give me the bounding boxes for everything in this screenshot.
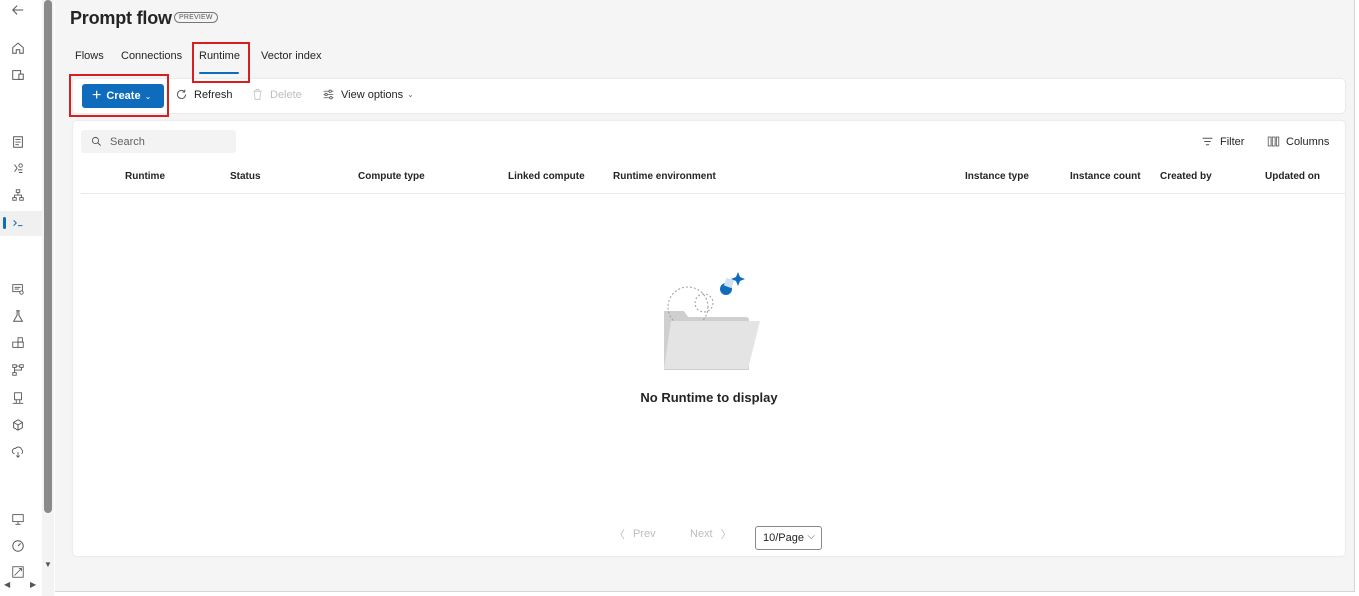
trash-icon [253, 89, 262, 100]
highlight-box-create-button [69, 74, 169, 117]
column-header-updated-on[interactable]: Updated on [1265, 171, 1320, 182]
scrollbar-thumb[interactable] [44, 0, 52, 513]
environments-icon[interactable] [9, 389, 27, 407]
main-content: Prompt flow PREVIEW Flows Connections Ru… [55, 0, 1355, 592]
table-header: Runtime Status Compute type Linked compu… [81, 165, 1345, 194]
home-icon[interactable] [9, 39, 27, 57]
column-header-runtime[interactable]: Runtime [125, 171, 165, 182]
data-labeling-icon[interactable] [9, 563, 27, 581]
left-nav-rail: ◀ ▶ [0, 0, 42, 596]
chevron-down-icon: ⌵ [807, 531, 815, 542]
scroll-right-arrow-icon[interactable]: ▶ [30, 580, 36, 589]
models-icon[interactable] [9, 416, 27, 434]
data-icon[interactable] [9, 280, 27, 298]
tab-flows[interactable]: Flows [75, 50, 104, 62]
automl-icon[interactable] [9, 160, 27, 178]
chevron-left-icon: 〈 [614, 529, 625, 541]
columns-icon [1267, 136, 1280, 147]
filter-icon [1202, 137, 1213, 146]
page-size-dropdown[interactable]: 10/Page ⌵ [755, 526, 822, 550]
column-header-status[interactable]: Status [230, 171, 261, 182]
monitoring-icon[interactable] [9, 537, 27, 555]
search-icon [91, 136, 101, 146]
designer-icon[interactable] [9, 186, 27, 204]
runtime-table-card: Filter Columns Runtime Status Compute ty… [73, 121, 1345, 556]
filter-label: Filter [1220, 135, 1245, 148]
columns-label: Columns [1286, 135, 1330, 148]
column-header-created-by[interactable]: Created by [1160, 171, 1212, 182]
empty-state-message: No Runtime to display [640, 390, 778, 405]
tab-connections[interactable]: Connections [121, 50, 182, 62]
back-arrow-icon[interactable] [9, 1, 27, 19]
view-options-button[interactable]: View options ⌄ [322, 88, 414, 101]
view-options-label: View options [341, 88, 404, 101]
command-bar: + Create ⌄ Refresh Delete View options ⌄ [73, 79, 1345, 113]
refresh-icon [176, 89, 187, 100]
column-header-compute-type[interactable]: Compute type [358, 171, 425, 182]
search-input[interactable] [110, 135, 230, 148]
next-page-button[interactable]: Next 〉 [690, 526, 732, 542]
model-catalog-icon[interactable] [9, 66, 27, 84]
next-label: Next [690, 528, 713, 540]
columns-button[interactable]: Columns [1267, 135, 1329, 148]
delete-label: Delete [270, 88, 302, 101]
preview-badge: PREVIEW [174, 12, 218, 23]
search-box[interactable] [81, 130, 236, 153]
empty-folder-illustration [664, 272, 760, 370]
prompt-flow-icon[interactable] [9, 214, 27, 232]
prev-label: Prev [633, 528, 656, 540]
tab-vector-index[interactable]: Vector index [261, 50, 322, 62]
highlight-box-runtime-tab [192, 42, 250, 83]
pipelines-icon[interactable] [9, 361, 27, 379]
endpoints-icon[interactable] [9, 443, 27, 461]
compute-icon[interactable] [9, 510, 27, 528]
column-header-instance-type[interactable]: Instance type [965, 171, 1029, 182]
page-size-value: 10/Page [763, 532, 804, 544]
components-icon[interactable] [9, 334, 27, 352]
sliders-icon [323, 89, 334, 100]
rail-active-indicator [3, 217, 6, 229]
notebook-icon[interactable] [9, 133, 27, 151]
page-title: Prompt flow [70, 8, 172, 28]
scroll-down-arrow-icon[interactable]: ▼ [43, 560, 53, 570]
filter-button[interactable]: Filter [1201, 135, 1244, 148]
column-header-linked-compute[interactable]: Linked compute [508, 171, 585, 182]
chevron-right-icon: 〉 [720, 529, 732, 541]
scroll-left-arrow-icon[interactable]: ◀ [4, 580, 10, 589]
column-header-instance-count[interactable]: Instance count [1070, 171, 1141, 182]
prev-page-button[interactable]: 〈 Prev [614, 526, 656, 542]
chevron-down-icon: ⌄ [407, 90, 414, 99]
delete-button[interactable]: Delete [251, 88, 302, 101]
jobs-icon[interactable] [9, 307, 27, 325]
refresh-label: Refresh [194, 88, 233, 101]
refresh-button[interactable]: Refresh [175, 88, 233, 101]
column-header-runtime-environment[interactable]: Runtime environment [613, 171, 716, 182]
